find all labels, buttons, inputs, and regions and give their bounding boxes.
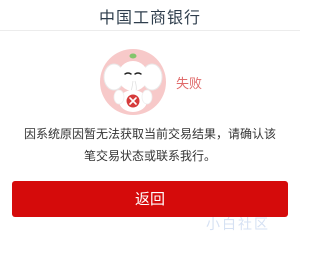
back-button[interactable]: 返回 [12,181,288,217]
status-label: 失败 [176,77,203,92]
elephant-fail-icon [98,47,168,117]
result-panel: 失败 因系统原因暂无法获取当前交易结果，请确认该笔交易状态或联系我行。 返回 小… [0,31,300,254]
app-header: 中国工商银行 [0,0,300,31]
result-message: 因系统原因暂无法获取当前交易结果，请确认该笔交易状态或联系我行。 [23,127,276,163]
watermark-text: 小白社区 [206,217,270,233]
page-title: 中国工商银行 [98,8,201,27]
